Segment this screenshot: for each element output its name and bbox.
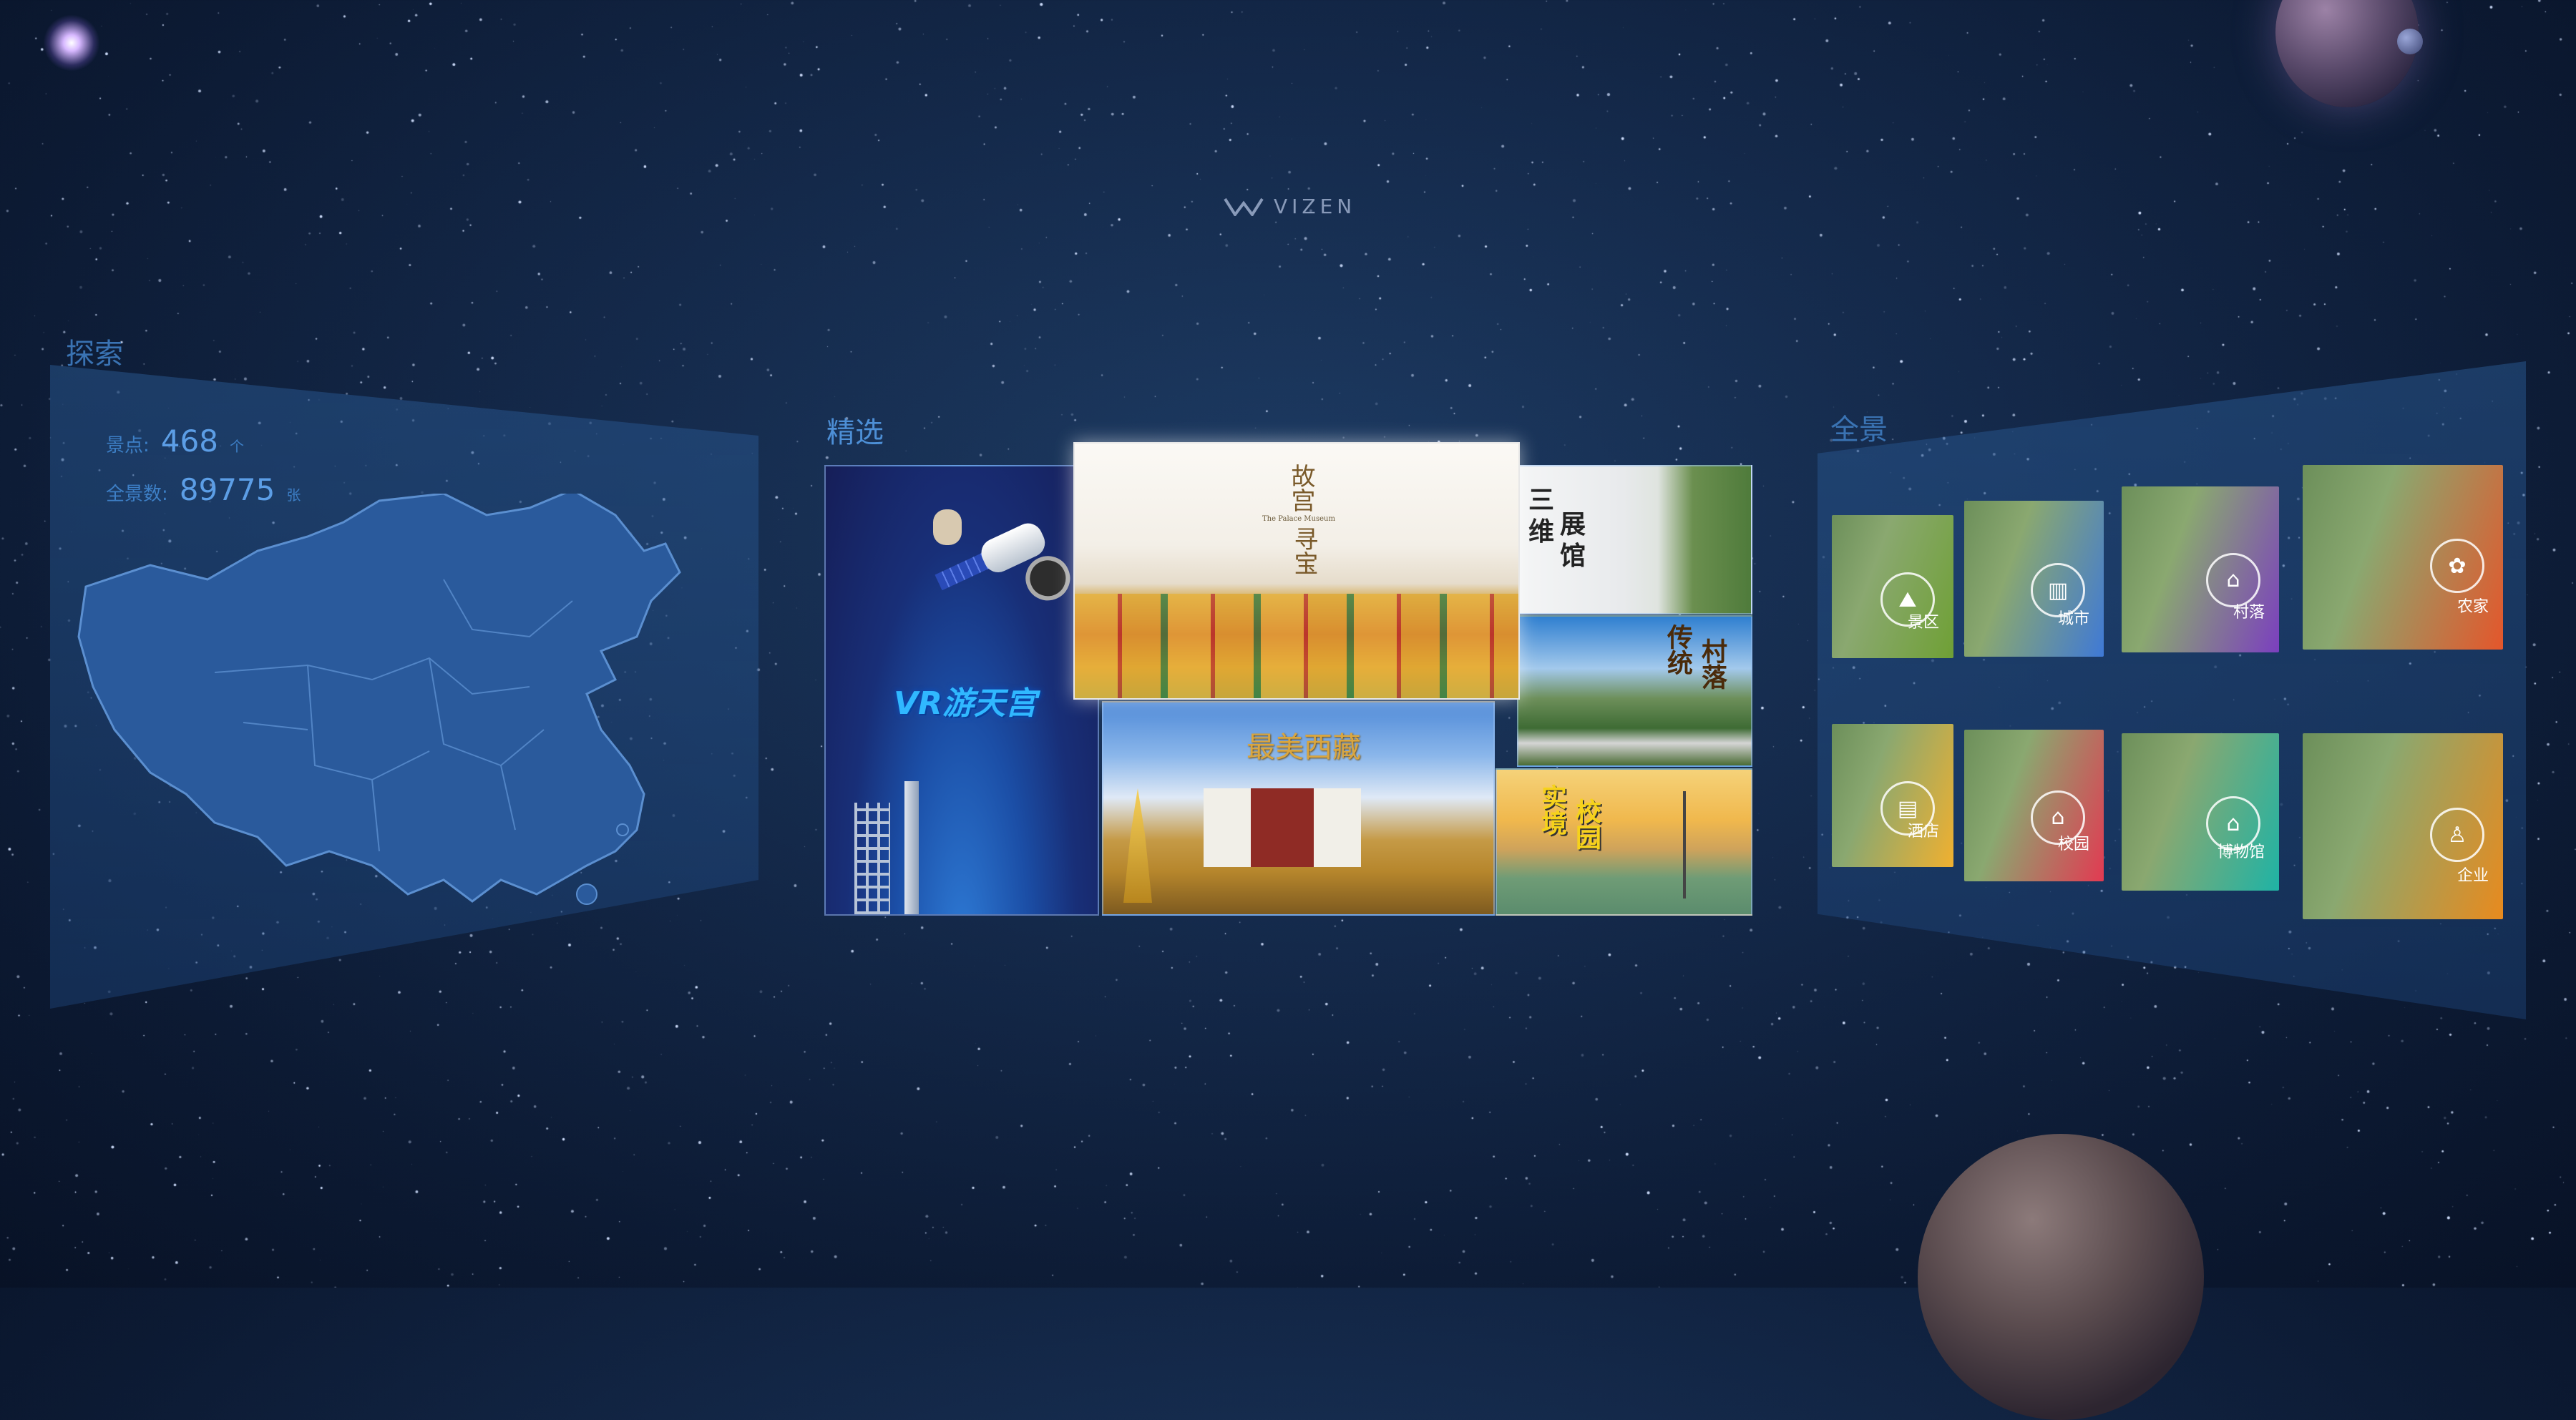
expo-title-char2: 维 xyxy=(1528,517,1555,547)
panorama-panel xyxy=(1818,361,2526,1019)
tile-3d-exhibition[interactable]: 三 维 展 馆 xyxy=(1517,465,1752,614)
tibet-title: 最美西藏 xyxy=(1246,731,1361,764)
planet-bottom xyxy=(1918,1134,2204,1420)
basketball-hoop-illustration xyxy=(1683,791,1686,898)
farm-icon: ✿ xyxy=(2430,539,2484,594)
stat-spots: 景点: 468 个 xyxy=(106,423,244,459)
forbidden-city-title-line2: 寻宝 xyxy=(1289,527,1318,575)
campus-title-line1: 实境 xyxy=(1537,784,1566,836)
rocket-illustration xyxy=(904,781,919,914)
tile-tibet[interactable]: 最美西藏 xyxy=(1102,701,1495,916)
potala-palace-illustration xyxy=(1204,788,1361,867)
category-label: 城市 xyxy=(2057,609,2089,628)
china-map[interactable] xyxy=(72,494,701,923)
category-card-2[interactable]: ⌂ 村落 xyxy=(2122,486,2279,652)
forbidden-city-subtitle-en: The Palace Museum xyxy=(1262,515,1335,523)
category-card-0[interactable]: ⛰ 景区 xyxy=(1832,515,1953,658)
village-title-line1: 传统 xyxy=(1663,624,1692,675)
stat-spots-label: 景点: xyxy=(106,435,150,456)
logo-text: VIZEN xyxy=(1274,195,1357,218)
stat-spots-unit: 个 xyxy=(229,438,244,455)
category-label: 酒店 xyxy=(1907,823,1939,841)
planet-top-left xyxy=(43,14,100,72)
category-card-7[interactable]: ♙ 企业 xyxy=(2303,733,2503,919)
forbidden-city-title-line1: 故宫 xyxy=(1287,464,1315,512)
vizen-logo: VIZEN xyxy=(1224,195,1356,218)
tile-traditional-village[interactable]: 传统 村落 xyxy=(1517,615,1752,767)
launch-tower-illustration xyxy=(854,803,890,914)
enterprise-icon: ♙ xyxy=(2430,808,2484,862)
astronaut-illustration xyxy=(933,509,962,545)
category-card-1[interactable]: ▥ 城市 xyxy=(1964,501,2104,657)
category-card-6[interactable]: ⌂ 博物馆 xyxy=(2122,733,2279,891)
category-label: 博物馆 xyxy=(2217,843,2265,862)
village-title-line2: 村落 xyxy=(1697,638,1727,690)
tile-campus[interactable]: 实境 校园 xyxy=(1496,768,1752,916)
planet-top-right-small xyxy=(2397,29,2423,54)
category-card-4[interactable]: ▤ 酒店 xyxy=(1832,724,1953,867)
palace-roofs-illustration xyxy=(1075,594,1518,698)
category-label: 村落 xyxy=(2233,604,2265,622)
category-label: 校园 xyxy=(2057,835,2089,853)
vr-space-title: VR游天宫 xyxy=(894,685,1037,722)
section-title-featured: 精选 xyxy=(826,416,884,449)
tile-forbidden-city[interactable]: 故宫 The Palace Museum 寻宝 xyxy=(1073,442,1520,700)
category-card-5[interactable]: ⌂ 校园 xyxy=(1964,730,2104,881)
category-label: 企业 xyxy=(2457,867,2489,886)
section-title-panorama: 全景 xyxy=(1830,413,1888,446)
tile-vr-space[interactable]: VR游天宫 xyxy=(824,465,1099,916)
category-label: 农家 xyxy=(2457,597,2489,616)
stat-spots-value: 468 xyxy=(160,423,218,459)
golden-stupa-illustration xyxy=(1123,788,1152,903)
vizen-logo-icon xyxy=(1224,197,1264,216)
campus-title-line2: 校园 xyxy=(1571,798,1601,850)
category-label: 景区 xyxy=(1907,614,1939,632)
category-card-3[interactable]: ✿ 农家 xyxy=(2303,465,2503,650)
section-title-explore: 探索 xyxy=(66,338,123,371)
expo-title-char4: 馆 xyxy=(1560,542,1586,571)
